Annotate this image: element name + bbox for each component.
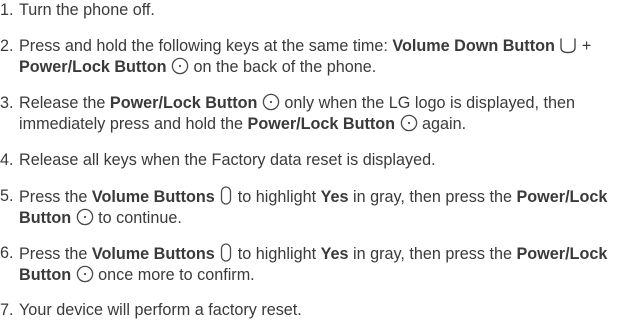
- power-lock-key-icon: [76, 265, 94, 283]
- step-text: Press and hold the following keys at the…: [19, 37, 393, 55]
- step-4: 4. Release all keys when the Factory dat…: [0, 150, 625, 171]
- step-text: Press the: [19, 188, 92, 206]
- step-text: Release all keys when the Factory data r…: [19, 151, 436, 169]
- volume-buttons-label: Volume Buttons: [91, 188, 215, 206]
- power-lock-button-label: Power/Lock Button: [247, 115, 396, 133]
- step-number: 7.: [0, 301, 14, 319]
- volume-keys-icon: [219, 186, 233, 205]
- step-text: once more to confirm.: [93, 266, 255, 284]
- step-number: 5.: [0, 187, 14, 205]
- step-5: 5. Press the Volume Buttons to highlight…: [0, 186, 625, 229]
- step-text: Turn the phone off.: [19, 1, 155, 19]
- power-lock-key-icon: [400, 114, 418, 132]
- yes-label: Yes: [320, 188, 349, 206]
- step-text: to highlight: [233, 245, 321, 263]
- step-number: 1.: [0, 1, 14, 19]
- step-2: 2. Press and hold the following keys at …: [0, 36, 625, 78]
- step-3: 3. Release the Power/Lock Button only wh…: [0, 93, 625, 135]
- power-lock-key-icon: [262, 93, 280, 111]
- step-text: Your device will perform a factory reset…: [19, 301, 302, 319]
- step-number: 4.: [0, 151, 14, 169]
- yes-label: Yes: [320, 245, 349, 263]
- step-text: Press the: [19, 245, 92, 263]
- step-number: 2.: [0, 37, 14, 55]
- step-text: again.: [417, 115, 467, 133]
- step-text: in gray, then press the: [348, 245, 517, 263]
- step-text: to highlight: [233, 188, 321, 206]
- instructions-document: 1. Turn the phone off. 2. Press and hold…: [0, 0, 629, 326]
- step-number: 6.: [0, 244, 14, 262]
- step-text: to continue.: [93, 209, 182, 227]
- power-lock-button-label: Power/Lock Button: [19, 58, 167, 76]
- power-lock-button-label: Power/Lock Button: [109, 94, 258, 112]
- step-text: in gray, then press the: [348, 188, 517, 206]
- step-text: +: [577, 37, 592, 55]
- step-1: 1. Turn the phone off.: [0, 0, 625, 21]
- step-text: on the back of the phone.: [189, 58, 377, 76]
- power-lock-key-icon: [76, 208, 94, 226]
- power-lock-key-icon: [171, 57, 189, 75]
- step-7: 7. Your device will perform a factory re…: [0, 300, 625, 321]
- step-6: 6. Press the Volume Buttons to highlight…: [0, 243, 625, 286]
- step-text: Release the: [19, 94, 110, 112]
- volume-keys-icon: [219, 243, 233, 262]
- volume-down-button-label: Volume Down Button: [392, 37, 555, 55]
- volume-buttons-label: Volume Buttons: [91, 245, 215, 263]
- volume-down-key-icon: [559, 37, 577, 54]
- step-number: 3.: [0, 94, 14, 112]
